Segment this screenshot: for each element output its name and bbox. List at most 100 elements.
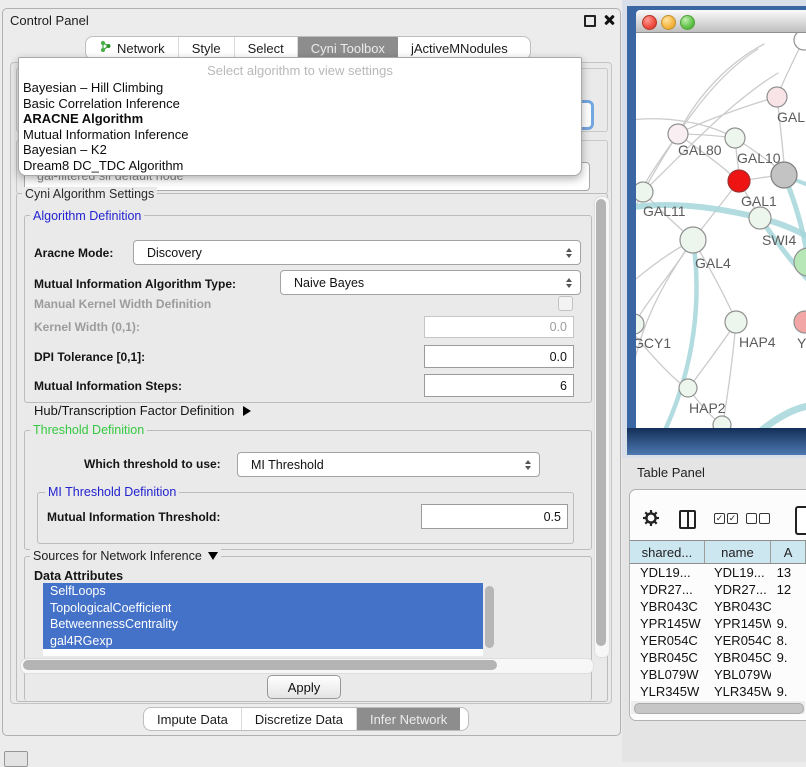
checked-checkbox-icon[interactable]: ✓	[714, 513, 725, 524]
table-row[interactable]: YER054CYER054C8.	[630, 632, 806, 649]
network-node-label: SWI4	[762, 232, 796, 248]
table-cell	[771, 598, 806, 615]
tab-discretize-data[interactable]: Discretize Data	[242, 708, 357, 730]
network-node[interactable]	[679, 379, 697, 397]
attributes-scrollbar-thumb[interactable]	[485, 586, 494, 648]
dropdown-item[interactable]: Bayesian – Hill Climbing	[19, 80, 581, 96]
hub-definition-expander[interactable]: Hub/Transcription Factor Definition	[34, 403, 251, 418]
unchecked-checkbox-icon[interactable]	[759, 513, 770, 524]
aracne-mode-combo[interactable]: Discovery	[133, 240, 581, 265]
tab-network[interactable]: Network	[86, 37, 179, 59]
network-node-label: HAP2	[689, 400, 726, 416]
close-icon[interactable]	[603, 14, 615, 26]
network-edge[interactable]	[638, 240, 693, 318]
zoom-traffic-light[interactable]	[680, 15, 695, 30]
expand-right-icon	[243, 406, 251, 416]
network-node[interactable]	[680, 227, 706, 253]
network-node[interactable]	[725, 128, 745, 148]
minimized-panel-box[interactable]	[4, 751, 28, 767]
show-columns-icon[interactable]	[679, 510, 696, 529]
hub-definition-label: Hub/Transcription Factor Definition	[34, 403, 234, 418]
cyni-bottom-tabs: Impute DataDiscretize Data Infer Network	[143, 707, 469, 731]
dpi-tolerance-label: DPI Tolerance [0,1]:	[34, 350, 145, 364]
attribute-item[interactable]: BetweennessCentrality	[43, 616, 483, 633]
attribute-item[interactable]: SelfLoops	[43, 583, 483, 600]
tab-cyni-toolbox[interactable]: Cyni Toolbox	[298, 37, 398, 59]
dpi-tolerance-value: 0.0	[550, 350, 567, 364]
tab-style[interactable]: Style	[179, 37, 235, 59]
network-node[interactable]	[794, 311, 806, 333]
table-row[interactable]: YDL19...YDL19...13	[630, 564, 806, 581]
network-node[interactable]	[725, 311, 747, 333]
mi-threshold-definition-title: MI Threshold Definition	[45, 485, 179, 499]
settings-horizontal-scrollbar-thumb[interactable]	[23, 660, 497, 670]
network-node[interactable]	[794, 248, 806, 276]
tab-label: Infer Network	[370, 712, 447, 727]
dropdown-item[interactable]: Dream8 DC_TDC Algorithm	[19, 158, 581, 174]
tab-label: jActiveMNodules	[411, 41, 508, 56]
mi-steps-field[interactable]: 6	[424, 374, 574, 397]
tab-label: Network	[117, 41, 165, 56]
dropdown-item[interactable]: ARACNE Algorithm	[19, 111, 581, 127]
table-row[interactable]: YBL079WYBL079W	[630, 666, 806, 683]
settings-vertical-scrollbar-thumb[interactable]	[596, 199, 606, 646]
mi-threshold-field[interactable]: 0.5	[421, 504, 568, 529]
algorithm-dropdown-popup: Select algorithm to view settings Bayesi…	[18, 57, 582, 176]
sources-title[interactable]: Sources for Network Inference	[30, 549, 221, 563]
dpi-tolerance-field[interactable]: 0.0	[424, 345, 574, 368]
network-node[interactable]	[794, 33, 806, 50]
float-window-icon[interactable]	[584, 15, 596, 27]
network-node-label: GAL10	[737, 150, 781, 166]
close-traffic-light[interactable]	[642, 15, 657, 30]
table-cell: YBR043C	[704, 598, 771, 615]
network-node[interactable]	[713, 416, 731, 428]
combo-spinner-icon	[566, 278, 572, 288]
table-row[interactable]: YBR045CYBR045C9.	[630, 649, 806, 666]
table-cell: 9.	[771, 649, 806, 666]
tab-impute-data[interactable]: Impute Data	[144, 708, 242, 730]
table-cell: YBR045C	[630, 649, 704, 666]
collapse-down-icon	[208, 552, 218, 560]
network-node[interactable]	[767, 87, 787, 107]
column-header[interactable]: name	[705, 541, 771, 563]
table-horizontal-scrollbar-thumb[interactable]	[634, 703, 804, 714]
manual-kernel-width-checkbox[interactable]	[558, 296, 573, 311]
tab-select[interactable]: Select	[235, 37, 298, 59]
table-row[interactable]: YPR145WYPR145W9.	[630, 615, 806, 632]
network-node-label: Y	[797, 335, 806, 351]
network-node[interactable]	[636, 182, 653, 202]
table-row[interactable]: YDR27...YDR27...12	[630, 581, 806, 598]
apply-button[interactable]: Apply	[267, 675, 341, 699]
table-row[interactable]: YBR043CYBR043C	[630, 598, 806, 615]
network-edge[interactable]	[636, 240, 693, 372]
which-threshold-combo[interactable]: MI Threshold	[237, 452, 540, 477]
algorithm-definition-title: Algorithm Definition	[30, 209, 144, 223]
tab-jactivemnodules[interactable]: jActiveMNodules	[398, 37, 521, 59]
tab-infer-network[interactable]: Infer Network	[357, 708, 460, 730]
column-header[interactable]: shared...	[630, 541, 705, 563]
network-edge[interactable]	[762, 405, 806, 428]
network-node-label: GAL	[777, 109, 805, 125]
gear-icon[interactable]	[642, 509, 660, 527]
kernel-width-field[interactable]: 0.0	[424, 316, 574, 338]
network-node[interactable]	[668, 124, 688, 144]
unchecked-checkbox-icon[interactable]	[746, 513, 757, 524]
mi-algorithm-type-combo[interactable]: Naive Bayes	[280, 270, 581, 295]
dropdown-item[interactable]: Mutual Information Inference	[19, 127, 581, 143]
minimize-traffic-light[interactable]	[661, 15, 676, 30]
network-window-frame-shadow	[627, 428, 806, 455]
network-node[interactable]	[728, 170, 750, 192]
table-row[interactable]: YLR345WYLR345W9.	[630, 683, 806, 700]
network-view-canvas[interactable]: GALGAL80GAL10GAL1GAL11SWI4GAL4GCY1HAP4YH…	[636, 33, 806, 428]
combo-spinner-icon	[566, 248, 572, 258]
dropdown-item[interactable]: Basic Correlation Inference	[19, 96, 581, 112]
table-function-icon[interactable]	[795, 506, 806, 535]
network-node[interactable]	[749, 207, 771, 229]
data-attributes-label: Data Attributes	[34, 569, 123, 583]
dropdown-item[interactable]: Bayesian – K2	[19, 142, 581, 158]
column-header[interactable]: A	[771, 541, 806, 563]
network-edge[interactable]	[678, 44, 764, 134]
attribute-item[interactable]: gal4RGexp	[43, 633, 483, 650]
attribute-item[interactable]: TopologicalCoefficient	[43, 600, 483, 617]
checked-checkbox-icon[interactable]: ✓	[727, 513, 738, 524]
